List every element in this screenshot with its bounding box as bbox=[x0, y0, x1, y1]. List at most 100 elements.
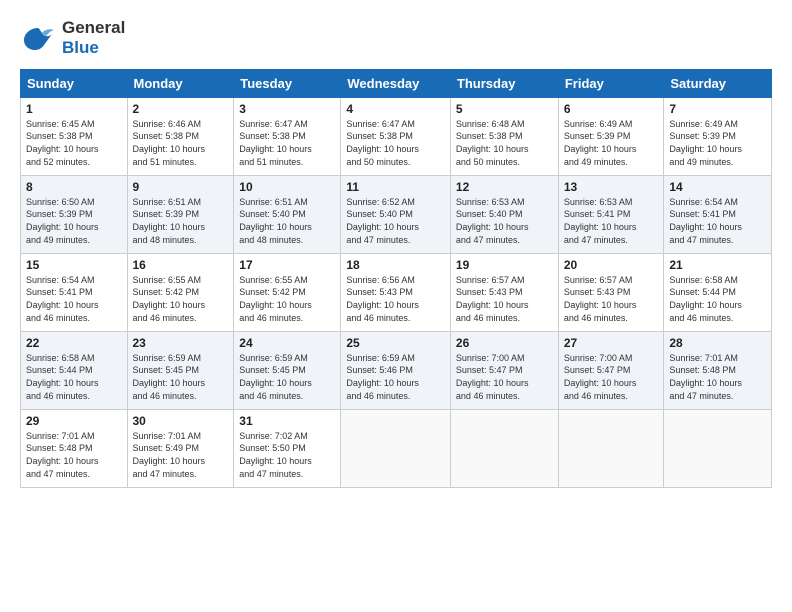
day-info: Sunrise: 6:49 AM Sunset: 5:39 PM Dayligh… bbox=[669, 118, 766, 168]
day-info: Sunrise: 6:51 AM Sunset: 5:39 PM Dayligh… bbox=[133, 196, 229, 246]
calendar-cell: 20 Sunrise: 6:57 AM Sunset: 5:43 PM Dayli… bbox=[558, 253, 664, 331]
day-number: 6 bbox=[564, 102, 659, 116]
day-number: 20 bbox=[564, 258, 659, 272]
calendar-cell: 15Sunrise: 6:54 AM Sunset: 5:41 PM Dayli… bbox=[21, 253, 128, 331]
day-number: 25 bbox=[346, 336, 445, 350]
weekday-header-monday: Monday bbox=[127, 69, 234, 97]
calendar-week-row: 15Sunrise: 6:54 AM Sunset: 5:41 PM Dayli… bbox=[21, 253, 772, 331]
calendar-cell: 22 Sunrise: 6:58 AM Sunset: 5:44 PM Dayli… bbox=[21, 331, 128, 409]
day-info: Sunrise: 6:59 AM Sunset: 5:46 PM Dayligh… bbox=[346, 352, 445, 402]
day-info: Sunrise: 6:50 AM Sunset: 5:39 PM Dayligh… bbox=[26, 196, 122, 246]
calendar-cell: 16 Sunrise: 6:55 AM Sunset: 5:42 PM Dayli… bbox=[127, 253, 234, 331]
day-number: 31 bbox=[239, 414, 335, 428]
calendar-cell: 3 Sunrise: 6:47 AM Sunset: 5:38 PM Daylig… bbox=[234, 97, 341, 175]
calendar-week-row: 1 Sunrise: 6:45 AM Sunset: 5:38 PM Daylig… bbox=[21, 97, 772, 175]
day-info: Sunrise: 6:57 AM Sunset: 5:43 PM Dayligh… bbox=[564, 274, 659, 324]
day-info: Sunrise: 6:45 AM Sunset: 5:38 PM Dayligh… bbox=[26, 118, 122, 168]
calendar-cell: 14Sunrise: 6:54 AM Sunset: 5:41 PM Dayli… bbox=[664, 175, 772, 253]
day-number: 27 bbox=[564, 336, 659, 350]
day-info: Sunrise: 7:01 AM Sunset: 5:48 PM Dayligh… bbox=[669, 352, 766, 402]
calendar-week-row: 22 Sunrise: 6:58 AM Sunset: 5:44 PM Dayli… bbox=[21, 331, 772, 409]
day-number: 24 bbox=[239, 336, 335, 350]
calendar-week-row: 29Sunrise: 7:01 AM Sunset: 5:48 PM Dayli… bbox=[21, 409, 772, 487]
day-number: 12 bbox=[456, 180, 553, 194]
day-number: 1 bbox=[26, 102, 122, 116]
calendar-cell: 23 Sunrise: 6:59 AM Sunset: 5:45 PM Dayli… bbox=[127, 331, 234, 409]
day-info: Sunrise: 6:58 AM Sunset: 5:44 PM Dayligh… bbox=[26, 352, 122, 402]
calendar-cell: 18Sunrise: 6:56 AM Sunset: 5:43 PM Dayli… bbox=[341, 253, 451, 331]
day-info: Sunrise: 6:59 AM Sunset: 5:45 PM Dayligh… bbox=[133, 352, 229, 402]
day-number: 5 bbox=[456, 102, 553, 116]
day-info: Sunrise: 6:59 AM Sunset: 5:45 PM Dayligh… bbox=[239, 352, 335, 402]
calendar-cell: 26 Sunrise: 7:00 AM Sunset: 5:47 PM Dayli… bbox=[450, 331, 558, 409]
day-number: 21 bbox=[669, 258, 766, 272]
calendar-cell: 9 Sunrise: 6:51 AM Sunset: 5:39 PM Daylig… bbox=[127, 175, 234, 253]
calendar-cell: 4Sunrise: 6:47 AM Sunset: 5:38 PM Daylig… bbox=[341, 97, 451, 175]
day-number: 8 bbox=[26, 180, 122, 194]
calendar-cell: 27Sunrise: 7:00 AM Sunset: 5:47 PM Dayli… bbox=[558, 331, 664, 409]
day-number: 18 bbox=[346, 258, 445, 272]
weekday-header-row: SundayMondayTuesdayWednesdayThursdayFrid… bbox=[21, 69, 772, 97]
calendar-cell bbox=[558, 409, 664, 487]
weekday-header-sunday: Sunday bbox=[21, 69, 128, 97]
day-number: 13 bbox=[564, 180, 659, 194]
day-info: Sunrise: 6:49 AM Sunset: 5:39 PM Dayligh… bbox=[564, 118, 659, 168]
day-info: Sunrise: 7:02 AM Sunset: 5:50 PM Dayligh… bbox=[239, 430, 335, 480]
calendar-cell bbox=[450, 409, 558, 487]
calendar-cell bbox=[664, 409, 772, 487]
day-info: Sunrise: 6:47 AM Sunset: 5:38 PM Dayligh… bbox=[346, 118, 445, 168]
logo-text: General Blue bbox=[62, 18, 125, 59]
day-number: 26 bbox=[456, 336, 553, 350]
calendar-cell: 8 Sunrise: 6:50 AM Sunset: 5:39 PM Daylig… bbox=[21, 175, 128, 253]
header: General Blue bbox=[20, 18, 772, 59]
calendar-cell: 29Sunrise: 7:01 AM Sunset: 5:48 PM Dayli… bbox=[21, 409, 128, 487]
day-info: Sunrise: 6:57 AM Sunset: 5:43 PM Dayligh… bbox=[456, 274, 553, 324]
calendar-cell: 31 Sunrise: 7:02 AM Sunset: 5:50 PM Dayli… bbox=[234, 409, 341, 487]
day-number: 30 bbox=[133, 414, 229, 428]
calendar-cell: 25 Sunrise: 6:59 AM Sunset: 5:46 PM Dayli… bbox=[341, 331, 451, 409]
day-info: Sunrise: 6:46 AM Sunset: 5:38 PM Dayligh… bbox=[133, 118, 229, 168]
day-number: 2 bbox=[133, 102, 229, 116]
calendar-cell: 6 Sunrise: 6:49 AM Sunset: 5:39 PM Daylig… bbox=[558, 97, 664, 175]
page: General Blue SundayMondayTuesdayWednesda… bbox=[0, 0, 792, 500]
calendar-cell: 13Sunrise: 6:53 AM Sunset: 5:41 PM Dayli… bbox=[558, 175, 664, 253]
day-number: 9 bbox=[133, 180, 229, 194]
day-info: Sunrise: 6:55 AM Sunset: 5:42 PM Dayligh… bbox=[133, 274, 229, 324]
calendar-cell: 21 Sunrise: 6:58 AM Sunset: 5:44 PM Dayli… bbox=[664, 253, 772, 331]
day-info: Sunrise: 6:55 AM Sunset: 5:42 PM Dayligh… bbox=[239, 274, 335, 324]
day-number: 22 bbox=[26, 336, 122, 350]
day-info: Sunrise: 6:53 AM Sunset: 5:40 PM Dayligh… bbox=[456, 196, 553, 246]
calendar-cell: 1 Sunrise: 6:45 AM Sunset: 5:38 PM Daylig… bbox=[21, 97, 128, 175]
weekday-header-saturday: Saturday bbox=[664, 69, 772, 97]
day-number: 23 bbox=[133, 336, 229, 350]
day-info: Sunrise: 6:47 AM Sunset: 5:38 PM Dayligh… bbox=[239, 118, 335, 168]
day-number: 19 bbox=[456, 258, 553, 272]
day-info: Sunrise: 6:58 AM Sunset: 5:44 PM Dayligh… bbox=[669, 274, 766, 324]
calendar-cell: 19 Sunrise: 6:57 AM Sunset: 5:43 PM Dayli… bbox=[450, 253, 558, 331]
day-info: Sunrise: 7:01 AM Sunset: 5:49 PM Dayligh… bbox=[133, 430, 229, 480]
day-info: Sunrise: 6:51 AM Sunset: 5:40 PM Dayligh… bbox=[239, 196, 335, 246]
calendar-cell: 2 Sunrise: 6:46 AM Sunset: 5:38 PM Daylig… bbox=[127, 97, 234, 175]
calendar-cell: 10 Sunrise: 6:51 AM Sunset: 5:40 PM Dayli… bbox=[234, 175, 341, 253]
logo-icon bbox=[20, 20, 56, 56]
calendar-cell: 28 Sunrise: 7:01 AM Sunset: 5:48 PM Dayli… bbox=[664, 331, 772, 409]
calendar-cell bbox=[341, 409, 451, 487]
calendar-cell: 12 Sunrise: 6:53 AM Sunset: 5:40 PM Dayli… bbox=[450, 175, 558, 253]
weekday-header-tuesday: Tuesday bbox=[234, 69, 341, 97]
calendar-table: SundayMondayTuesdayWednesdayThursdayFrid… bbox=[20, 69, 772, 488]
day-info: Sunrise: 6:48 AM Sunset: 5:38 PM Dayligh… bbox=[456, 118, 553, 168]
logo-bird-svg bbox=[20, 20, 56, 56]
day-number: 15 bbox=[26, 258, 122, 272]
day-info: Sunrise: 7:00 AM Sunset: 5:47 PM Dayligh… bbox=[456, 352, 553, 402]
day-number: 28 bbox=[669, 336, 766, 350]
day-number: 3 bbox=[239, 102, 335, 116]
calendar-cell: 7 Sunrise: 6:49 AM Sunset: 5:39 PM Daylig… bbox=[664, 97, 772, 175]
day-number: 7 bbox=[669, 102, 766, 116]
calendar-week-row: 8 Sunrise: 6:50 AM Sunset: 5:39 PM Daylig… bbox=[21, 175, 772, 253]
day-number: 29 bbox=[26, 414, 122, 428]
day-number: 11 bbox=[346, 180, 445, 194]
day-number: 17 bbox=[239, 258, 335, 272]
day-number: 16 bbox=[133, 258, 229, 272]
calendar-cell: 5 Sunrise: 6:48 AM Sunset: 5:38 PM Daylig… bbox=[450, 97, 558, 175]
day-number: 10 bbox=[239, 180, 335, 194]
